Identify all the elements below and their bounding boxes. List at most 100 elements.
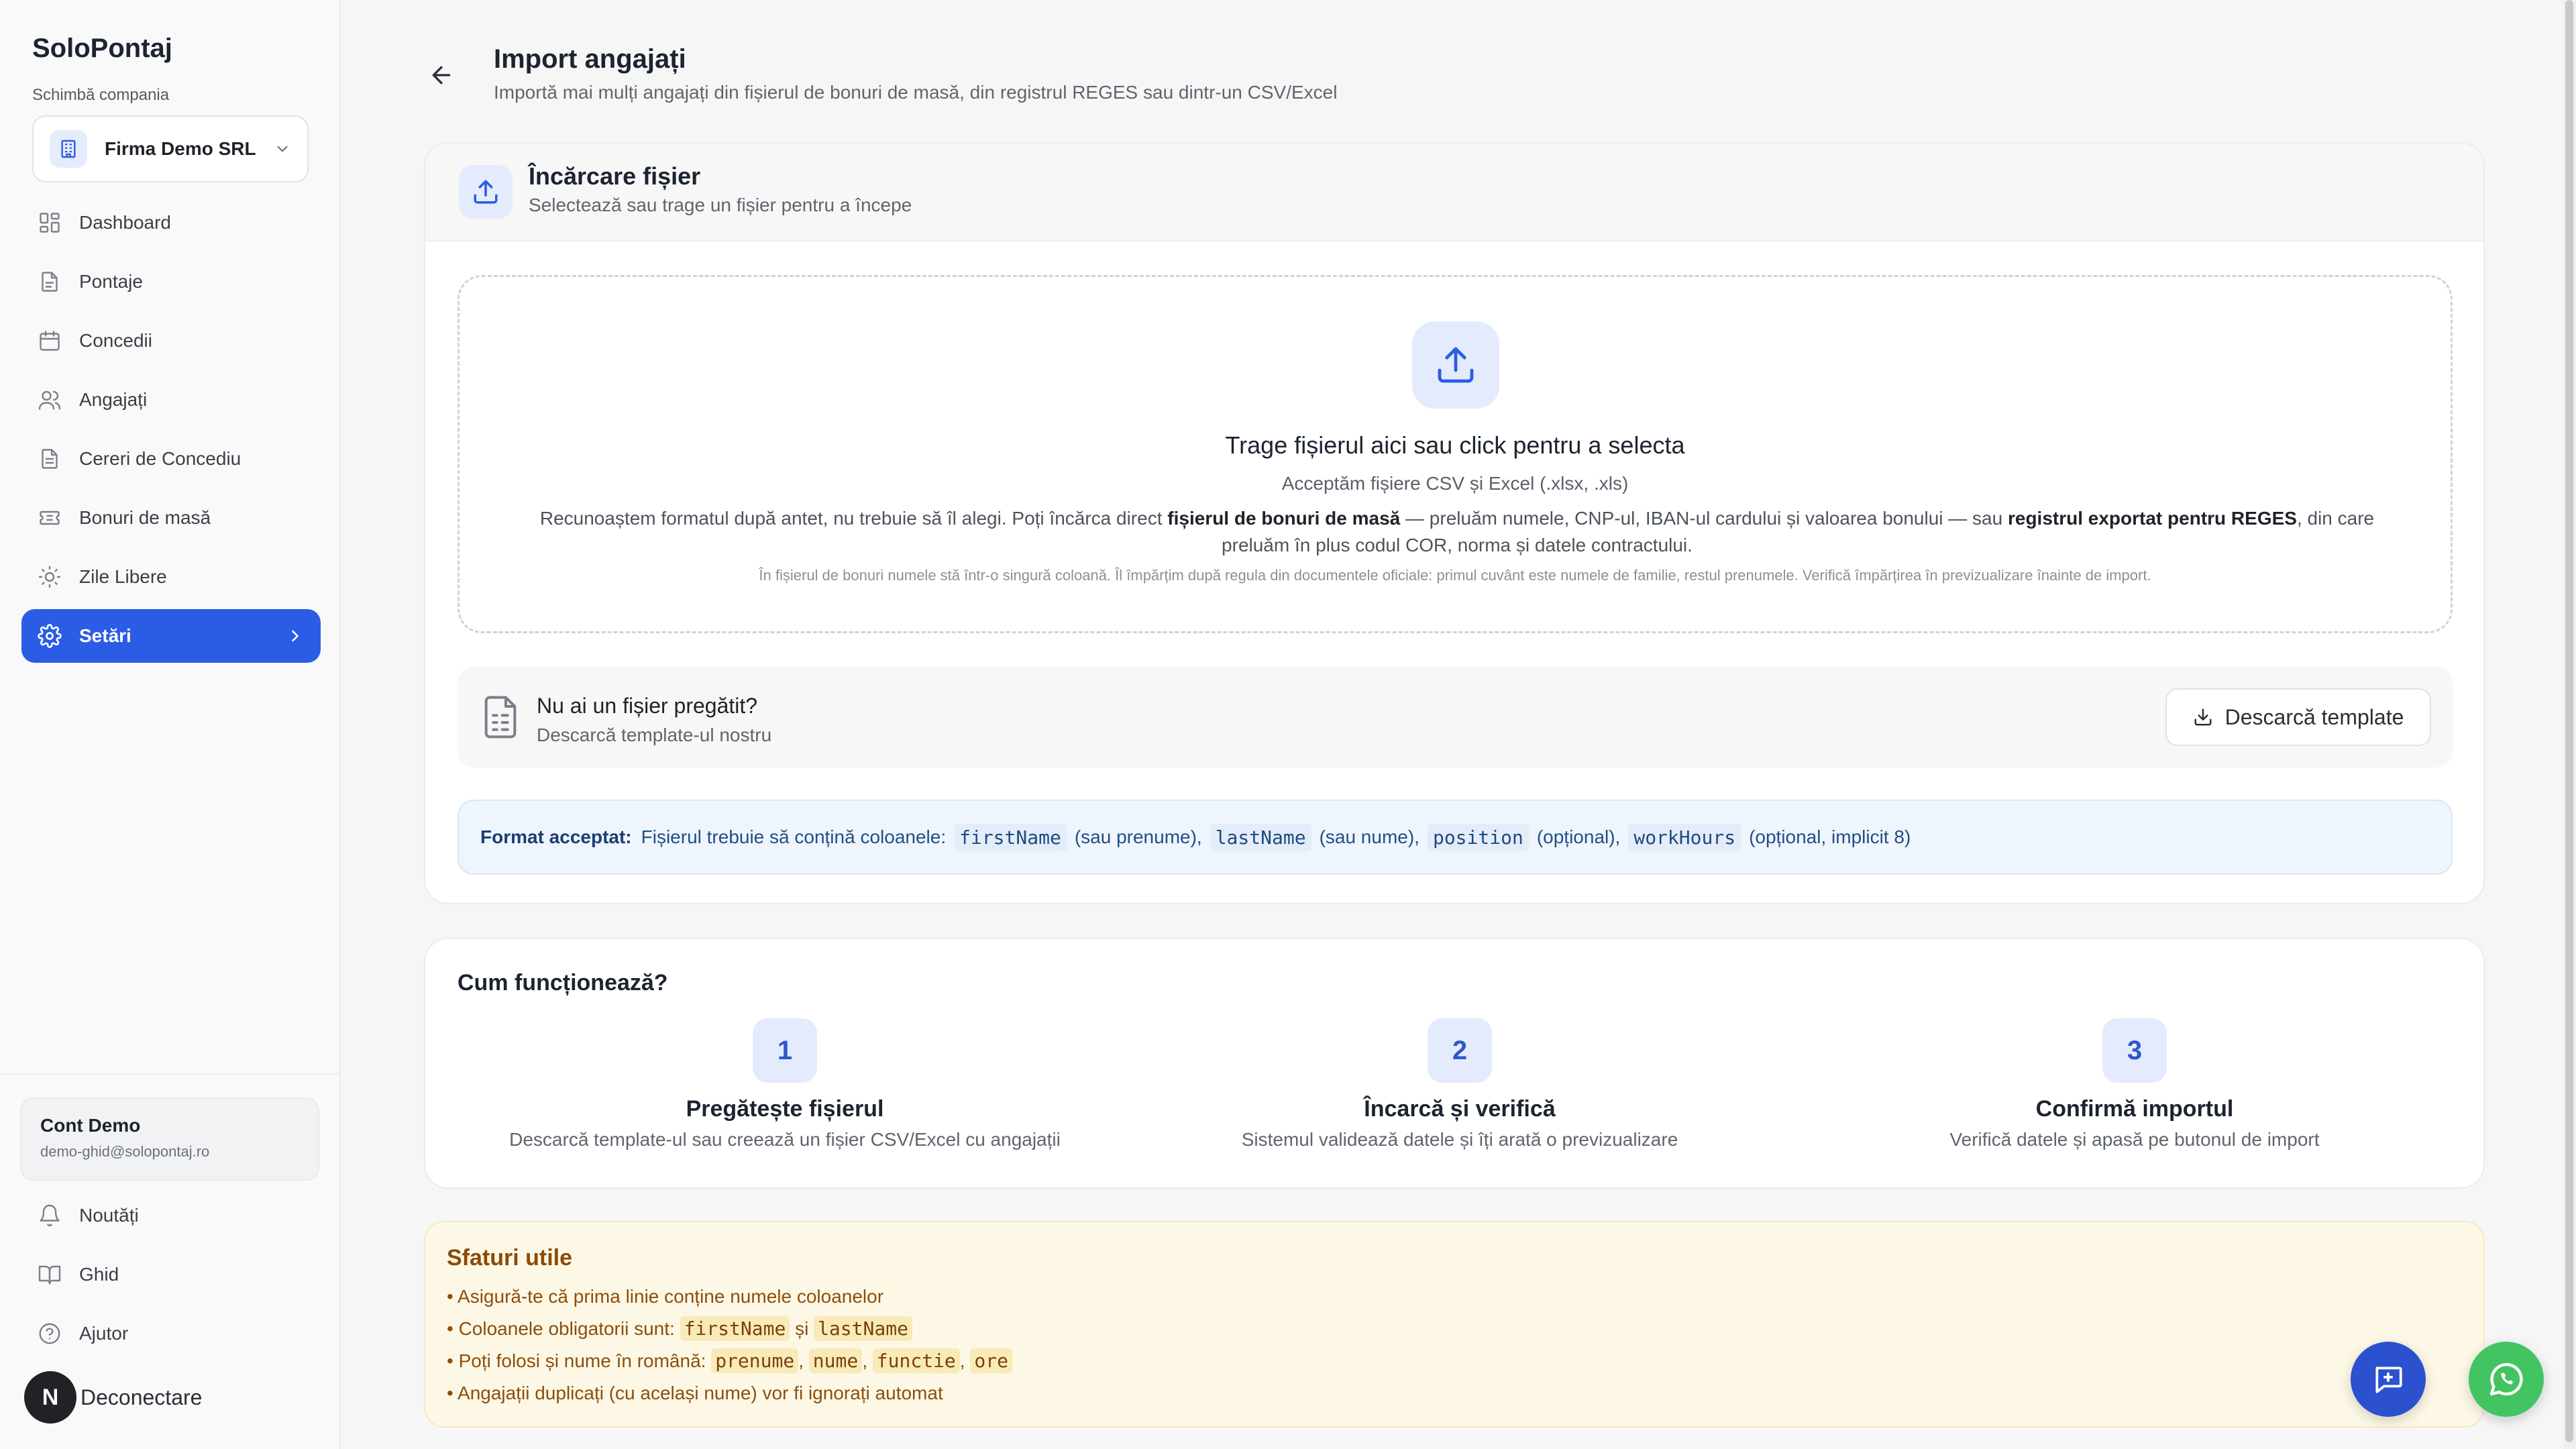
ticket-icon xyxy=(38,506,62,530)
book-open-icon xyxy=(38,1263,62,1287)
sidebar-item-dashboard[interactable]: Dashboard xyxy=(21,196,321,250)
logout-button[interactable]: N Deconectare xyxy=(24,1371,202,1424)
step-number: 3 xyxy=(2102,1018,2167,1083)
upload-card-subtitle: Selectează sau trage un fișier pentru a … xyxy=(529,195,912,215)
step-number: 1 xyxy=(753,1018,817,1083)
sidebar: SoloPontaj Schimbă compania Firma Demo S… xyxy=(0,0,341,1449)
account-card[interactable]: Cont Demo demo-ghid@solopontaj.ro xyxy=(20,1097,319,1181)
calendar-icon xyxy=(38,329,62,353)
step-title: Pregătește fișierul xyxy=(686,1096,884,1122)
step-title: Încarcă și verifică xyxy=(1364,1096,1556,1122)
file-dropzone[interactable]: Trage fișierul aici sau click pentru a s… xyxy=(458,275,2453,633)
column-firstname: firstName xyxy=(954,823,1067,851)
step-1: 1 Pregătește fișierul Descarcă template-… xyxy=(449,1018,1120,1150)
column-position: position xyxy=(1427,823,1529,851)
sidebar-item-pontaje[interactable]: Pontaje xyxy=(21,255,321,309)
account-name: Cont Demo xyxy=(40,1115,141,1136)
back-button[interactable] xyxy=(428,62,462,89)
template-subtitle: Descarcă template-ul nostru xyxy=(537,724,772,745)
step-title: Confirmă importul xyxy=(2035,1096,2234,1122)
sidebar-nav: Dashboard Pontaje Concedii Angajați Cere… xyxy=(21,196,321,668)
users-icon xyxy=(38,388,62,412)
tip-item: • Coloanele obligatorii sunt: firstName … xyxy=(447,1313,2462,1345)
file-spreadsheet-icon xyxy=(479,694,522,741)
download-template-label: Descarcă template xyxy=(2224,704,2404,729)
sidebar-item-label: Pontaje xyxy=(79,271,143,292)
avatar: N xyxy=(24,1371,76,1424)
column-lastname: lastName xyxy=(1210,823,1311,851)
upload-icon xyxy=(459,165,513,219)
step-subtitle: Verifică datele și apasă pe butonul de i… xyxy=(1949,1129,2320,1150)
sidebar-item-label: Noutăți xyxy=(79,1205,139,1226)
step-3: 3 Confirmă importul Verifică datele și a… xyxy=(1799,1018,2470,1150)
dropzone-note: În fișierul de bonuri numele stă într-o … xyxy=(759,567,2151,584)
sidebar-item-ajutor[interactable]: Ajutor xyxy=(21,1307,321,1360)
template-download-box: Nu ai un fișier pregătit? Descarcă templ… xyxy=(458,667,2453,767)
dropzone-title: Trage fișierul aici sau click pentru a s… xyxy=(1225,431,1685,459)
page-title: Import angajați xyxy=(494,44,686,74)
sidebar-item-label: Concedii xyxy=(79,330,152,351)
dropzone-accepted-formats: Acceptăm fișiere CSV și Excel (.xlsx, .x… xyxy=(1281,473,1629,494)
sidebar-item-ghid[interactable]: Ghid xyxy=(21,1248,321,1301)
sidebar-divider xyxy=(0,1073,341,1075)
upload-card: Încărcare fișier Selectează sau trage un… xyxy=(424,142,2485,904)
sidebar-item-setari[interactable]: Setări xyxy=(21,609,321,663)
sidebar-item-concedii[interactable]: Concedii xyxy=(21,314,321,368)
sidebar-item-label: Setări xyxy=(79,625,131,646)
account-email: demo-ghid@solopontaj.ro xyxy=(40,1143,210,1160)
upload-card-header: Încărcare fișier Selectează sau trage un… xyxy=(425,144,2483,241)
accepted-format-info: Format acceptat: Fișierul trebuie să con… xyxy=(458,800,2453,875)
upload-icon xyxy=(1412,321,1499,409)
logout-label: Deconectare xyxy=(80,1385,203,1409)
main-content: Import angajați Importă mai mulți angaja… xyxy=(341,0,2576,1449)
sidebar-item-label: Zile Libere xyxy=(79,566,167,587)
how-it-works-card: Cum funcționează? 1 Pregătește fișierul … xyxy=(424,938,2485,1189)
bell-icon xyxy=(38,1203,62,1228)
sidebar-item-zile-libere[interactable]: Zile Libere xyxy=(21,550,321,604)
scrollbar-thumb[interactable] xyxy=(2565,0,2573,1442)
sidebar-item-label: Cereri de Concediu xyxy=(79,448,241,469)
tips-title: Sfaturi utile xyxy=(447,1245,573,1271)
company-select[interactable]: Firma Demo SRL xyxy=(32,115,309,182)
page-scrollbar[interactable] xyxy=(2563,0,2576,1449)
document-icon xyxy=(38,270,62,294)
template-title: Nu ai un fișier pregătit? xyxy=(537,694,758,718)
sidebar-item-label: Angajați xyxy=(79,389,148,410)
sidebar-item-label: Ajutor xyxy=(79,1323,129,1344)
step-subtitle: Descarcă template-ul sau creează un fiși… xyxy=(509,1129,1061,1150)
sidebar-item-cereri-concediu[interactable]: Cereri de Concediu xyxy=(21,432,321,486)
upload-card-title: Încărcare fișier xyxy=(529,162,701,190)
page-subtitle: Importă mai mulți angajați din fișierul … xyxy=(494,82,1338,103)
whatsapp-button[interactable] xyxy=(2469,1342,2544,1417)
sidebar-item-label: Ghid xyxy=(79,1264,119,1285)
step-number: 2 xyxy=(1428,1018,1492,1083)
chat-icon xyxy=(2371,1362,2405,1396)
sidebar-item-angajati[interactable]: Angajați xyxy=(21,373,321,427)
dashboard-icon xyxy=(38,211,62,235)
whatsapp-icon xyxy=(2485,1358,2527,1400)
how-it-works-title: Cum funcționează? xyxy=(458,970,668,996)
dropzone-description: Recunoaștem formatul după antet, nu treb… xyxy=(539,508,2375,555)
sidebar-item-label: Dashboard xyxy=(79,212,171,233)
step-2: 2 Încarcă și verifică Sistemul validează… xyxy=(1124,1018,1795,1150)
building-icon xyxy=(50,130,87,168)
arrow-left-icon xyxy=(428,62,462,89)
sidebar-item-bonuri-masa[interactable]: Bonuri de masă xyxy=(21,491,321,545)
sidebar-footer-nav: Noutăți Ghid Ajutor xyxy=(21,1189,321,1366)
download-template-button[interactable]: Descarcă template xyxy=(2165,688,2431,746)
chevron-right-icon xyxy=(286,627,305,645)
brand-logo[interactable]: SoloPontaj xyxy=(32,34,172,64)
file-text-icon xyxy=(38,447,62,471)
sidebar-item-noutati[interactable]: Noutăți xyxy=(21,1189,321,1242)
tip-item: • Poți folosi și nume în română: prenume… xyxy=(447,1345,2462,1377)
gear-icon xyxy=(38,624,62,648)
format-label: Format acceptat: xyxy=(480,826,632,847)
sidebar-item-label: Bonuri de masă xyxy=(79,507,211,528)
company-name: Firma Demo SRL xyxy=(105,138,256,159)
chevron-down-icon xyxy=(274,140,291,158)
help-circle-icon xyxy=(38,1322,62,1346)
sun-icon xyxy=(38,565,62,589)
download-icon xyxy=(2193,707,2225,727)
tip-item: • Angajații duplicați (cu același nume) … xyxy=(447,1383,943,1403)
chat-button[interactable] xyxy=(2351,1342,2426,1417)
